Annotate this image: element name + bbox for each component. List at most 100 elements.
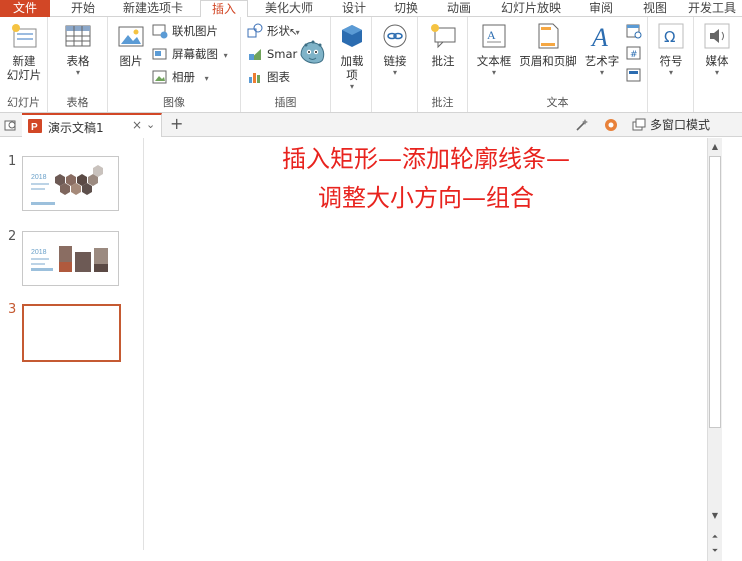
wordart-caret-icon: ▾ bbox=[599, 68, 604, 77]
powerpoint-icon: P bbox=[27, 118, 43, 134]
link-label: 链接 bbox=[383, 54, 407, 68]
tab-insert[interactable]: 插入 bbox=[200, 0, 248, 18]
wordart-icon: A bbox=[587, 21, 617, 52]
group-symbols: Ω 符号 ▾ bbox=[648, 17, 694, 112]
pictures-button[interactable]: 图片 bbox=[112, 21, 150, 68]
scroll-down-icon[interactable]: ▼ bbox=[708, 509, 722, 523]
pictures-label: 图片 bbox=[119, 54, 143, 68]
settings-gear-icon[interactable] bbox=[603, 117, 619, 133]
svg-text:P: P bbox=[31, 122, 38, 133]
symbol-button[interactable]: Ω 符号 ▾ bbox=[652, 21, 690, 77]
screenshot-button[interactable]: 屏幕截图 ▾ bbox=[152, 44, 228, 64]
magic-wand-icon[interactable] bbox=[574, 117, 590, 133]
textbox-button[interactable]: A 文本框 ▾ bbox=[472, 21, 516, 77]
slide-number-icon[interactable]: # bbox=[626, 45, 642, 61]
addins-button[interactable]: 加载 项 ▾ bbox=[333, 21, 371, 91]
smartart-icon bbox=[247, 46, 263, 62]
object-icon[interactable] bbox=[626, 67, 642, 83]
table-label: 表格 bbox=[66, 54, 90, 68]
link-button[interactable]: 链接 ▾ bbox=[376, 21, 414, 77]
group-illustrations-label: 插图 bbox=[274, 96, 297, 109]
media-button[interactable]: 媒体 ▾ bbox=[698, 21, 736, 77]
slide-thumbnail-3[interactable] bbox=[22, 304, 121, 362]
tab-menu-icon[interactable]: ⌄ bbox=[146, 118, 155, 131]
tab-animations[interactable]: 动画 bbox=[436, 0, 482, 17]
table-button[interactable]: 表格 ▾ bbox=[56, 21, 100, 77]
slide-text-line-2[interactable]: 调整大小方向—组合 bbox=[144, 182, 708, 214]
ribbon-tab-bar: 文件 开始 新建选项卡 插入 美化大师 设计 切换 动画 幻灯片放映 审阅 视图… bbox=[0, 0, 742, 18]
smartart-button[interactable]: Smar bbox=[247, 44, 297, 64]
group-comments: 批注 批注 bbox=[418, 17, 468, 112]
document-tab-strip: P 演示文稿1 × ⌄ + 多窗口模式 bbox=[0, 113, 742, 137]
photo-album-icon bbox=[152, 69, 168, 85]
new-slide-button[interactable]: 新建 幻灯片 bbox=[2, 21, 46, 82]
slide1-year: 2018 bbox=[31, 174, 47, 181]
tab-design[interactable]: 设计 bbox=[332, 0, 376, 17]
tab-developer[interactable]: 开发工具 bbox=[688, 0, 742, 17]
table-caret-icon: ▾ bbox=[75, 68, 80, 77]
comment-icon bbox=[428, 21, 458, 51]
slide-number-3: 3 bbox=[8, 302, 17, 317]
group-tables-label: 表格 bbox=[66, 96, 89, 109]
textbox-caret-icon: ▾ bbox=[491, 68, 496, 77]
group-illustrations: 形状 ▾ Smar 图表 ↖ 插图 bbox=[241, 17, 331, 112]
slide-text-line-1[interactable]: 插入矩形—添加轮廓线条— bbox=[144, 143, 708, 175]
slide-editor[interactable]: 插入矩形—添加轮廓线条— 调整大小方向—组合 bbox=[143, 138, 707, 550]
assistant-mascot-icon[interactable] bbox=[297, 37, 327, 67]
tab-new-tab[interactable]: 新建选项卡 bbox=[112, 0, 194, 17]
next-slide-icon[interactable]: ⏷ bbox=[708, 544, 722, 558]
tab-slideshow[interactable]: 幻灯片放映 bbox=[490, 0, 572, 17]
tab-list-icon[interactable] bbox=[3, 117, 19, 133]
screenshot-caret-icon: ▾ bbox=[223, 51, 228, 60]
document-title: 演示文稿1 bbox=[48, 121, 104, 135]
date-time-icon[interactable] bbox=[626, 23, 642, 39]
chart-button[interactable]: 图表 bbox=[247, 67, 290, 87]
group-tables: 表格 ▾ 表格 bbox=[48, 17, 108, 112]
scrollbar-thumb[interactable] bbox=[709, 156, 721, 428]
scroll-up-icon[interactable]: ▲ bbox=[708, 140, 722, 154]
slide-thumbnail-1[interactable]: 2018 bbox=[22, 156, 119, 211]
ribbon: 新建 幻灯片 幻灯片 表格 ▾ 表格 图片 联机图片 屏幕截图 ▾ 相册 ▾ 图… bbox=[0, 17, 742, 113]
slide-number-2: 2 bbox=[8, 229, 17, 244]
symbol-label: 符号 bbox=[659, 54, 683, 68]
close-tab-icon[interactable]: × bbox=[132, 118, 142, 132]
multi-window-button[interactable]: 多窗口模式 bbox=[632, 117, 710, 133]
media-label: 媒体 bbox=[705, 54, 729, 68]
picture-icon bbox=[116, 21, 146, 51]
tab-beautify[interactable]: 美化大师 bbox=[256, 0, 322, 17]
textbox-icon: A bbox=[479, 21, 509, 51]
group-slides-label: 幻灯片 bbox=[7, 96, 40, 109]
group-images: 图片 联机图片 屏幕截图 ▾ 相册 ▾ 图像 bbox=[108, 17, 241, 112]
comment-button[interactable]: 批注 bbox=[424, 21, 462, 68]
group-media: 媒体 ▾ bbox=[694, 17, 742, 112]
group-addins: 加载 项 ▾ bbox=[331, 17, 372, 112]
media-caret-icon: ▾ bbox=[714, 68, 719, 77]
textbox-label: 文本框 bbox=[476, 54, 512, 68]
screenshot-label: 屏幕截图 bbox=[172, 47, 218, 61]
slide-thumbnail-2[interactable]: 2018 bbox=[22, 231, 119, 286]
wordart-label: 艺术字 bbox=[584, 54, 620, 68]
wordart-button[interactable]: A 艺术字 ▾ bbox=[580, 21, 624, 77]
cursor-arrow-icon: ↖ bbox=[289, 27, 298, 38]
omega-symbol-icon: Ω bbox=[656, 21, 686, 51]
tab-file[interactable]: 文件 bbox=[0, 0, 50, 17]
group-text-label: 文本 bbox=[546, 96, 569, 109]
svg-text:#: # bbox=[630, 50, 638, 60]
smartart-label: Smar bbox=[267, 47, 298, 61]
tab-review[interactable]: 审阅 bbox=[578, 0, 624, 17]
vertical-scrollbar[interactable]: ▲ ▼ ⏶ ⏷ bbox=[707, 138, 722, 561]
tab-home[interactable]: 开始 bbox=[58, 0, 108, 17]
shapes-label: 形状 bbox=[267, 24, 290, 38]
photo-album-button[interactable]: 相册 ▾ bbox=[152, 67, 209, 87]
previous-slide-icon[interactable]: ⏶ bbox=[708, 530, 722, 544]
online-pictures-button[interactable]: 联机图片 bbox=[152, 21, 218, 41]
group-text: A 文本框 ▾ 页眉和页脚 A 艺术字 ▾ # 文本 bbox=[468, 17, 648, 112]
header-footer-button[interactable]: 页眉和页脚 bbox=[516, 21, 580, 68]
tab-transitions[interactable]: 切换 bbox=[384, 0, 428, 17]
group-slides: 新建 幻灯片 幻灯片 bbox=[0, 17, 48, 112]
comment-label: 批注 bbox=[431, 54, 455, 68]
shapes-icon bbox=[247, 23, 263, 39]
document-tab[interactable]: P 演示文稿1 × ⌄ bbox=[22, 113, 162, 137]
tab-view[interactable]: 视图 bbox=[632, 0, 678, 17]
new-tab-button[interactable]: + bbox=[170, 114, 183, 133]
